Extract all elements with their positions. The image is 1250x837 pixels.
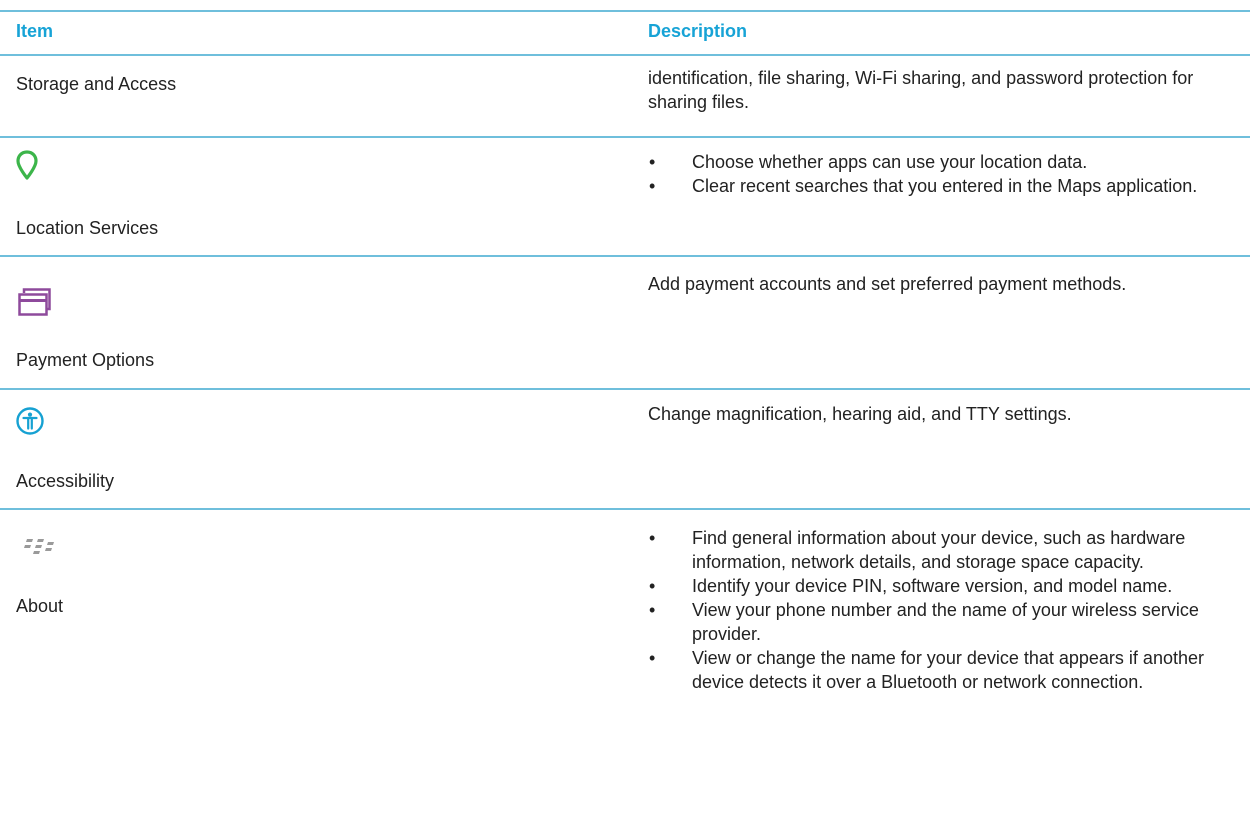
row-description: Change magnification, hearing aid, and T… [648, 404, 1072, 424]
row-item-label: Storage and Access [16, 74, 177, 94]
row-item-label: Location Services [16, 218, 159, 238]
column-header-description: Description [648, 21, 748, 41]
list-item: • Identify your device PIN, software vers… [648, 574, 1228, 598]
list-item: • View or change the name for your device… [648, 646, 1228, 694]
blackberry-logo-icon [24, 539, 54, 554]
bullet-glyph: • [649, 648, 656, 668]
column-header-item: Item [16, 21, 54, 41]
bullet-glyph: • [649, 528, 656, 548]
list-item-text: Find general information about your devi… [692, 528, 1186, 572]
row-item-label: Accessibility [16, 471, 115, 491]
header-rule [0, 54, 1250, 56]
row-item-label: Payment Options [16, 350, 155, 370]
credit-card-icon [18, 288, 51, 316]
accessibility-icon [16, 407, 44, 435]
row-description: identification, file sharing, Wi-Fi shar… [648, 68, 1194, 112]
location-pin-icon [16, 150, 38, 180]
bullet-glyph: • [649, 176, 656, 196]
row-rule [0, 255, 1250, 257]
row-item-label: About [16, 596, 64, 616]
list-item-text: View your phone number and the name of y… [692, 600, 1199, 644]
bullet-glyph: • [649, 600, 656, 620]
list-item: • Clear recent searches that you entered … [648, 174, 1228, 198]
row-rule [0, 508, 1250, 510]
list-item-text: Choose whether apps can use your locatio… [692, 152, 1088, 172]
list-item: • View your phone number and the name of … [648, 598, 1228, 646]
row-description-list: • Find general information about your dev… [648, 526, 1228, 694]
list-item: • Choose whether apps can use your locati… [648, 150, 1228, 174]
list-item: • Find general information about your dev… [648, 526, 1228, 574]
table-top-rule [0, 10, 1250, 12]
row-rule [0, 136, 1250, 138]
row-description-list: • Choose whether apps can use your locati… [648, 150, 1228, 198]
bullet-glyph: • [649, 576, 656, 596]
list-item-text: View or change the name for your device … [692, 648, 1204, 692]
list-item-text: Clear recent searches that you entered i… [692, 176, 1198, 196]
row-description: Add payment accounts and set preferred p… [648, 274, 1127, 294]
row-rule [0, 388, 1250, 390]
list-item-text: Identify your device PIN, software versi… [692, 576, 1173, 596]
bullet-glyph: • [649, 152, 656, 172]
